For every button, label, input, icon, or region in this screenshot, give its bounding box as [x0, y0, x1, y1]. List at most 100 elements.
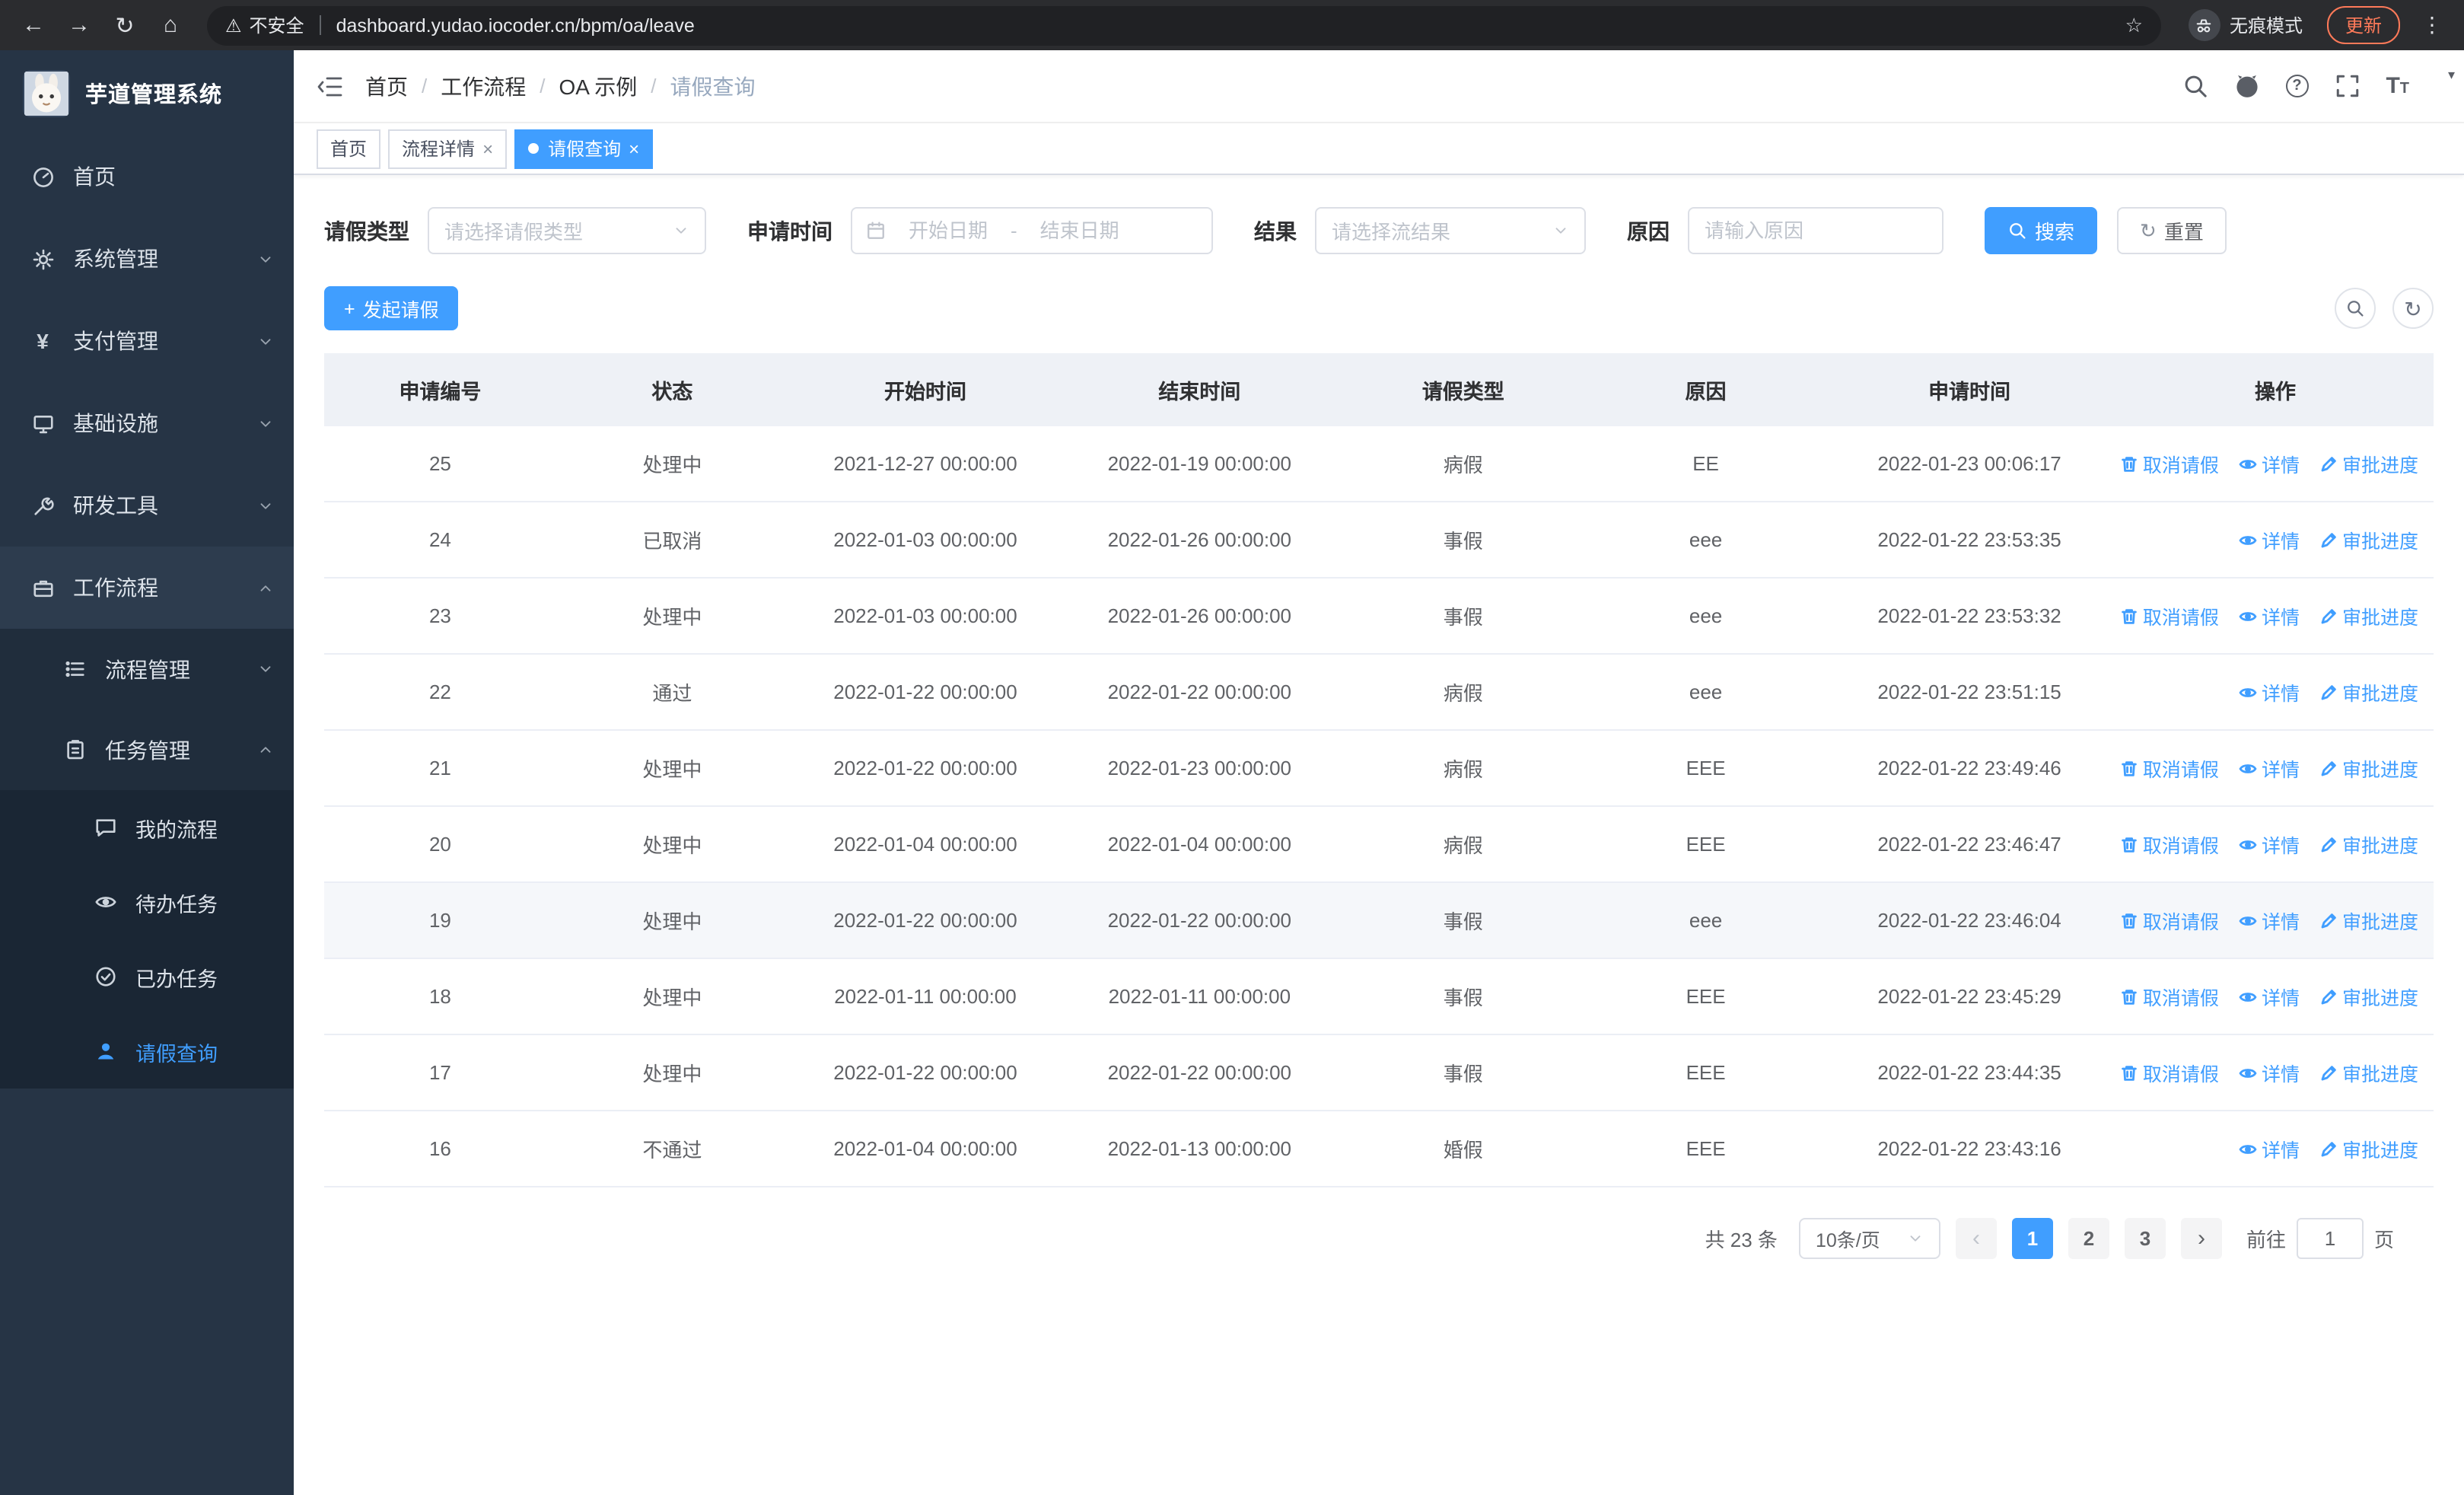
sidebar-item-pending-tasks[interactable]: 待办任务 — [0, 865, 294, 939]
eye-icon — [91, 891, 119, 913]
cell-apply-id: 21 — [324, 730, 556, 807]
close-icon[interactable]: × — [629, 138, 639, 159]
search-icon[interactable] — [2182, 73, 2208, 99]
sidebar-item-my-processes[interactable]: 我的流程 — [0, 790, 294, 865]
sidebar-item-task-management[interactable]: 任务管理 — [0, 709, 294, 790]
help-icon[interactable]: ? — [2285, 75, 2309, 97]
result-select[interactable]: 请选择流结果 — [1315, 207, 1586, 254]
sidebar-item-done-tasks[interactable]: 已办任务 — [0, 939, 294, 1014]
total-count-label: 共 23 条 — [1705, 1229, 1778, 1251]
start-date-input[interactable] — [892, 219, 1004, 242]
sidebar-item-infrastructure[interactable]: 基础设施 — [0, 382, 294, 464]
breadcrumb-item[interactable]: 首页 — [365, 71, 408, 101]
security-indicator[interactable]: ⚠ 不安全 — [225, 12, 304, 38]
sidebar-item-process-management[interactable]: 流程管理 — [0, 629, 294, 709]
sidebar-item-system[interactable]: 系统管理 — [0, 218, 294, 300]
approval-progress-link[interactable]: 审批进度 — [2319, 449, 2418, 478]
cancel-leave-link[interactable]: 取消请假 — [2120, 754, 2219, 783]
cancel-leave-link[interactable]: 取消请假 — [2120, 449, 2219, 478]
approval-progress-link[interactable]: 审批进度 — [2319, 1058, 2418, 1087]
cell-reason: EEE — [1590, 1034, 1823, 1111]
detail-link[interactable]: 详情 — [2239, 525, 2300, 554]
approval-progress-link[interactable]: 审批进度 — [2319, 754, 2418, 783]
cancel-leave-link[interactable]: 取消请假 — [2120, 982, 2219, 1011]
goto-page-input[interactable] — [2296, 1218, 2364, 1259]
font-size-icon[interactable]: TT — [2386, 75, 2409, 97]
tab-process-detail[interactable]: 流程详情 × — [388, 129, 508, 168]
cancel-leave-link[interactable]: 取消请假 — [2120, 601, 2219, 630]
date-range-picker[interactable]: - — [851, 207, 1213, 254]
page-button-1[interactable]: 1 — [2011, 1218, 2053, 1259]
browser-update-button[interactable]: 更新 — [2326, 6, 2400, 44]
detail-link[interactable]: 详情 — [2239, 982, 2300, 1011]
goto-label: 前往 — [2246, 1229, 2286, 1251]
tab-leave-query[interactable]: 请假查询 × — [514, 129, 654, 168]
sidebar-item-payment[interactable]: ¥ 支付管理 — [0, 300, 294, 382]
sidebar-item-workflow[interactable]: 工作流程 — [0, 547, 294, 629]
browser-toolbar: ← → ↻ ⌂ ⚠ 不安全 dashboard.yudao.iocoder.cn… — [0, 0, 2464, 50]
browser-home-icon[interactable]: ⌂ — [152, 7, 189, 43]
breadcrumb-item[interactable]: 工作流程 — [441, 71, 526, 101]
approval-progress-link[interactable]: 审批进度 — [2319, 525, 2418, 554]
approval-progress-link[interactable]: 审批进度 — [2319, 601, 2418, 630]
check-circle-icon — [91, 965, 119, 988]
browser-forward-icon[interactable]: → — [61, 7, 97, 43]
reason-input[interactable] — [1705, 219, 1927, 242]
detail-link[interactable]: 详情 — [2239, 906, 2300, 935]
filter-form: 请假类型 请选择请假类型 申请时间 - — [324, 207, 2434, 254]
approval-progress-link[interactable]: 审批进度 — [2319, 906, 2418, 935]
table-header-row: 申请编号 状态 开始时间 结束时间 请假类型 原因 申请时间 操作 — [324, 353, 2434, 426]
browser-reload-icon[interactable]: ↻ — [107, 7, 143, 43]
detail-link[interactable]: 详情 — [2239, 754, 2300, 783]
tab-home[interactable]: 首页 — [317, 129, 381, 168]
cell-reason: EEE — [1590, 958, 1823, 1035]
cell-start-time: 2022-01-04 00:00:00 — [788, 806, 1063, 883]
cancel-leave-link[interactable]: 取消请假 — [2120, 1058, 2219, 1087]
page-button-3[interactable]: 3 — [2124, 1218, 2166, 1259]
detail-link[interactable]: 详情 — [2239, 601, 2300, 630]
cancel-leave-link[interactable]: 取消请假 — [2120, 906, 2219, 935]
address-bar[interactable]: ⚠ 不安全 dashboard.yudao.iocoder.cn/bpm/oa/… — [207, 5, 2161, 45]
prev-page-button[interactable]: ‹ — [1955, 1218, 1997, 1259]
collapse-sidebar-icon[interactable] — [317, 72, 344, 100]
github-icon[interactable] — [2233, 73, 2259, 99]
search-button[interactable]: 搜索 — [1985, 207, 2098, 254]
fullscreen-icon[interactable] — [2334, 73, 2360, 99]
col-leave-type: 请假类型 — [1336, 353, 1590, 426]
bookmark-star-icon[interactable]: ☆ — [2125, 13, 2143, 37]
browser-back-icon[interactable]: ← — [15, 7, 52, 43]
breadcrumb-item[interactable]: OA 示例 — [559, 71, 638, 101]
toggle-search-button[interactable] — [2335, 288, 2376, 329]
close-icon[interactable]: × — [482, 138, 493, 159]
approval-progress-link[interactable]: 审批进度 — [2319, 830, 2418, 859]
sidebar-item-leave-query[interactable]: 请假查询 — [0, 1014, 294, 1089]
next-page-button[interactable]: › — [2180, 1218, 2222, 1259]
detail-link[interactable]: 详情 — [2239, 830, 2300, 859]
url-text[interactable]: dashboard.yudao.iocoder.cn/bpm/oa/leave — [336, 14, 695, 36]
detail-link[interactable]: 详情 — [2239, 1134, 2300, 1163]
approval-progress-link[interactable]: 审批进度 — [2319, 677, 2418, 706]
page-size-select[interactable]: 10条/页 — [1798, 1218, 1940, 1259]
active-tab-dot — [528, 143, 540, 154]
cell-actions: 取消请假 详情 审批进度 — [2117, 958, 2434, 1035]
browser-menu-icon[interactable]: ⋮ — [2415, 12, 2449, 38]
approval-progress-link[interactable]: 审批进度 — [2319, 982, 2418, 1011]
leave-type-select[interactable]: 请选择请假类型 — [428, 207, 706, 254]
sidebar-logo[interactable]: 芋道管理系统 — [0, 50, 294, 135]
sidebar-item-home[interactable]: 首页 — [0, 135, 294, 218]
detail-link[interactable]: 详情 — [2239, 677, 2300, 706]
create-leave-button[interactable]: + 发起请假 — [324, 286, 459, 330]
sidebar-item-devtools[interactable]: 研发工具 — [0, 464, 294, 547]
detail-link[interactable]: 详情 — [2239, 1058, 2300, 1087]
detail-link[interactable]: 详情 — [2239, 449, 2300, 478]
refresh-table-button[interactable]: ↻ — [2392, 288, 2434, 329]
select-placeholder: 请选择请假类型 — [444, 221, 584, 244]
reset-button[interactable]: ↻ 重置 — [2117, 207, 2227, 254]
end-date-input[interactable] — [1023, 219, 1136, 242]
cancel-leave-link[interactable]: 取消请假 — [2120, 830, 2219, 859]
page-button-2[interactable]: 2 — [2068, 1218, 2109, 1259]
user-icon — [91, 1040, 119, 1063]
approval-progress-link[interactable]: 审批进度 — [2319, 1134, 2418, 1163]
security-label: 不安全 — [249, 15, 304, 37]
chevron-down-icon — [257, 661, 274, 677]
